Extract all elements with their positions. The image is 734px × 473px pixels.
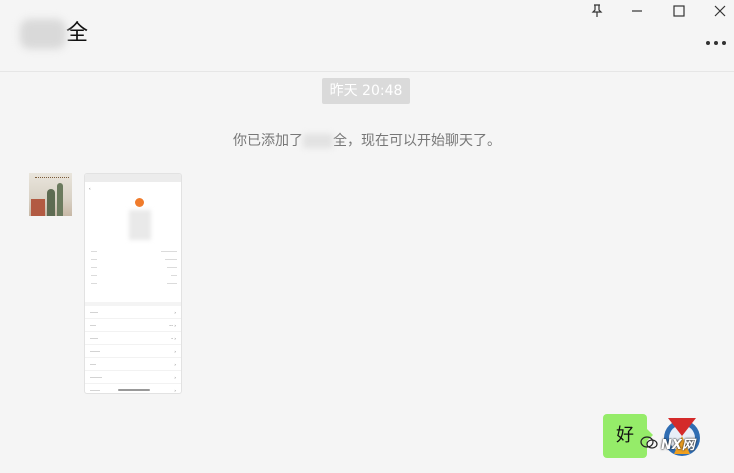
image-message[interactable]: ‹ ––– –––––––– ––– –––––– ––– ––––– ––– ––– … xyxy=(84,173,182,394)
system-message-suffix: 全，现在可以开始聊天了。 xyxy=(333,133,501,149)
wechat-logo-icon xyxy=(640,436,658,449)
blurred-name xyxy=(20,19,66,49)
message-timestamp: 昨天 20:48 xyxy=(322,78,410,104)
more-icon[interactable] xyxy=(704,40,728,46)
chat-title: 全 xyxy=(20,18,88,50)
title-bar: 全 xyxy=(0,0,734,72)
system-message-prefix: 你已添加了 xyxy=(233,133,303,149)
maximize-icon[interactable] xyxy=(666,2,692,20)
close-icon[interactable] xyxy=(707,2,733,20)
contact-avatar[interactable] xyxy=(29,173,72,216)
watermark-text: NX网 xyxy=(661,437,695,453)
chat-title-text: 全 xyxy=(66,21,89,46)
system-message: 你已添加了 全，现在可以开始聊天了。 xyxy=(0,130,734,150)
minimize-icon[interactable] xyxy=(624,2,650,20)
pin-icon[interactable] xyxy=(584,2,610,20)
watermark: NX网 xyxy=(640,432,720,454)
blurred-name xyxy=(303,134,333,148)
